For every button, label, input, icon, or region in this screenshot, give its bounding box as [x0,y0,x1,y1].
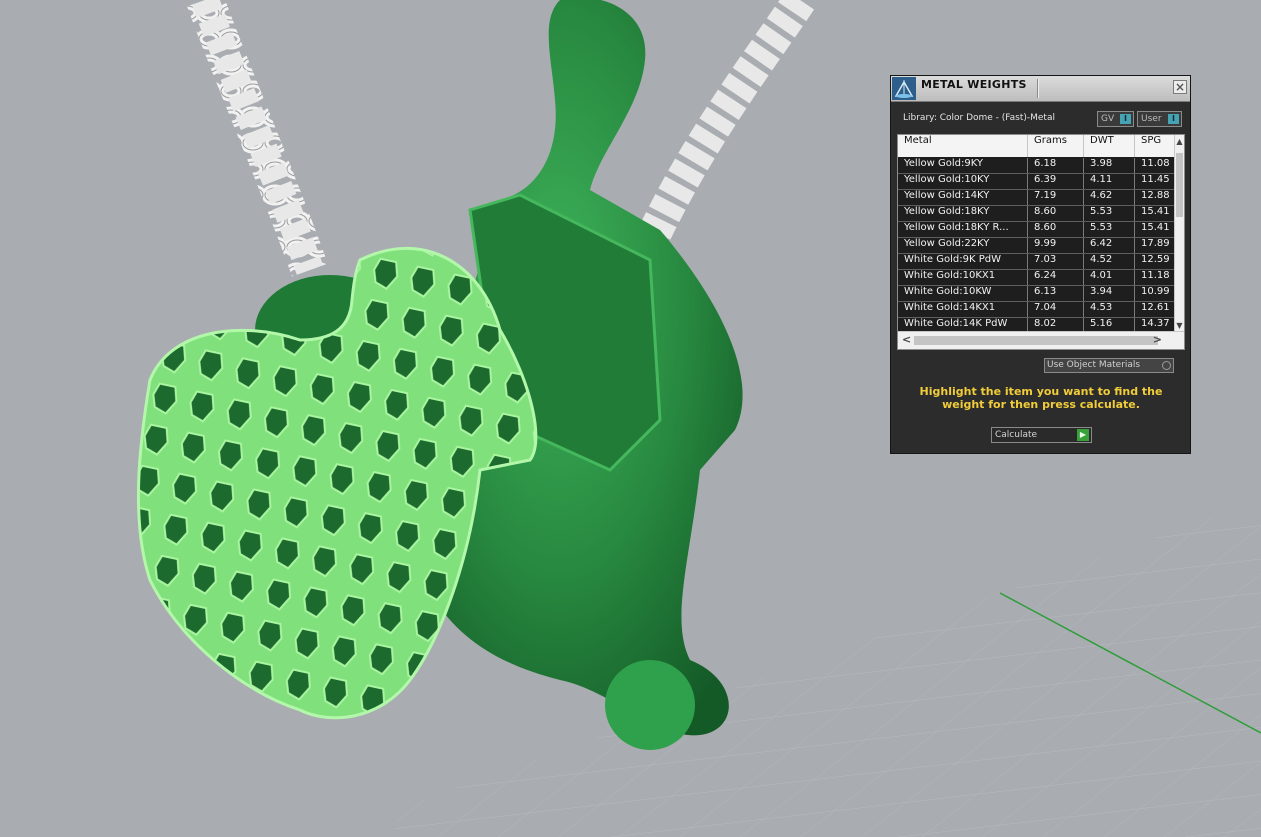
scroll-down-icon[interactable]: ▼ [1175,321,1184,330]
cell-spg: 12.61 [1135,302,1176,317]
cell-spg: 10.99 [1135,286,1176,301]
cell-dwt: 4.52 [1084,254,1135,269]
cell-grams: 6.24 [1028,270,1084,285]
column-header-metal[interactable]: Metal [898,135,1028,157]
play-icon: ▶ [1077,429,1089,441]
cell-spg: 17.89 [1135,238,1176,253]
cell-dwt: 4.62 [1084,190,1135,205]
radio-icon [1162,361,1171,370]
cell-grams: 7.03 [1028,254,1084,269]
cell-metal: Yellow Gold:22KY [898,238,1028,253]
column-header-grams[interactable]: Grams [1028,135,1084,157]
cell-dwt: 6.42 [1084,238,1135,253]
instruction-text: Highlight the item you want to find the … [919,385,1163,411]
scroll-right-icon[interactable]: > [1153,333,1162,346]
cell-grams: 8.60 [1028,206,1084,221]
cell-metal: Yellow Gold:10KY [898,174,1028,189]
titlebar-separator [1037,79,1039,98]
cell-spg: 11.18 [1135,270,1176,285]
chain-right[interactable] [624,0,815,272]
cell-grams: 8.60 [1028,222,1084,237]
cell-grams: 6.18 [1028,158,1084,173]
cell-dwt: 3.98 [1084,158,1135,173]
cell-grams: 7.19 [1028,190,1084,205]
table-row[interactable]: White Gold:10KW 6.13 3.94 10.99 [898,286,1176,302]
gv-toggle-button[interactable]: GV I [1097,111,1134,127]
chain-left[interactable] [187,0,328,277]
column-header-dwt[interactable]: DWT [1084,135,1135,157]
cell-dwt: 5.53 [1084,206,1135,221]
gv-label: GV [1101,114,1115,124]
cell-metal: Yellow Gold:18KY [898,206,1028,221]
table-header: Metal Grams DWT SPG [898,135,1176,157]
table-row[interactable]: Yellow Gold:18KY R... 8.60 5.53 15.41 [898,222,1176,238]
vertical-scroll-thumb[interactable] [1176,153,1183,217]
calculate-button[interactable]: Calculate ▶ [991,427,1092,443]
cell-grams: 6.39 [1028,174,1084,189]
vertical-scrollbar[interactable]: ▲ ▼ [1174,135,1184,332]
panel-titlebar[interactable]: METAL WEIGHTS × [891,76,1190,102]
table-body: Yellow Gold:9KY 6.18 3.98 11.08 Yellow Gold:… [898,158,1176,334]
cell-metal: Yellow Gold:9KY [898,158,1028,173]
cell-metal: White Gold:9K PdW [898,254,1028,269]
calculate-label: Calculate [995,430,1038,440]
horizontal-scroll-thumb[interactable] [914,336,1158,345]
cell-spg: 11.45 [1135,174,1176,189]
cell-dwt: 3.94 [1084,286,1135,301]
cell-spg: 15.41 [1135,222,1176,237]
cell-grams: 7.04 [1028,302,1084,317]
cell-grams: 9.99 [1028,238,1084,253]
user-toggle-button[interactable]: User I [1137,111,1182,127]
library-label: Library: Color Dome - (Fast)-Metal [903,113,1055,123]
panel-title: METAL WEIGHTS [921,78,1027,91]
cell-metal: Yellow Gold:18KY R... [898,222,1028,237]
close-icon: × [1174,80,1186,94]
cell-spg: 15.41 [1135,206,1176,221]
use-object-materials-label: Use Object Materials [1047,360,1141,370]
user-indicator-icon: I [1168,114,1179,124]
cell-dwt: 4.11 [1084,174,1135,189]
cell-metal: Yellow Gold:14KY [898,190,1028,205]
cell-dwt: 4.53 [1084,302,1135,317]
cell-spg: 11.08 [1135,158,1176,173]
gv-indicator-icon: I [1120,114,1131,124]
scroll-left-icon[interactable]: < [902,333,911,346]
table-row[interactable]: Yellow Gold:14KY 7.19 4.62 12.88 [898,190,1176,206]
table-row[interactable]: White Gold:14KX1 7.04 4.53 12.61 [898,302,1176,318]
table-row[interactable]: Yellow Gold:10KY 6.39 4.11 11.45 [898,174,1176,190]
cell-metal: White Gold:10KW [898,286,1028,301]
cell-dwt: 4.01 [1084,270,1135,285]
use-object-materials-toggle[interactable]: Use Object Materials [1044,358,1174,373]
column-header-spg[interactable]: SPG [1135,135,1176,157]
horizontal-scrollbar[interactable]: < > [898,331,1184,349]
table-row[interactable]: Yellow Gold:18KY 8.60 5.53 15.41 [898,206,1176,222]
table-row[interactable]: Yellow Gold:22KY 9.99 6.42 17.89 [898,238,1176,254]
table-row[interactable]: Yellow Gold:9KY 6.18 3.98 11.08 [898,158,1176,174]
cell-dwt: 5.53 [1084,222,1135,237]
cell-metal: White Gold:14KX1 [898,302,1028,317]
metal-weights-table[interactable]: Metal Grams DWT SPG Yellow Gold:9KY 6.18 3… [897,134,1185,350]
cell-metal: White Gold:10KX1 [898,270,1028,285]
metal-weights-app-icon [892,77,916,100]
table-row[interactable]: White Gold:9K PdW 7.03 4.52 12.59 [898,254,1176,270]
metal-weights-panel: METAL WEIGHTS × Library: Color Dome - (F… [890,75,1191,454]
user-label: User [1141,114,1162,124]
table-row[interactable]: White Gold:10KX1 6.24 4.01 11.18 [898,270,1176,286]
cell-spg: 12.88 [1135,190,1176,205]
cell-spg: 12.59 [1135,254,1176,269]
cell-grams: 6.13 [1028,286,1084,301]
close-button[interactable]: × [1173,80,1187,94]
scroll-up-icon[interactable]: ▲ [1175,137,1184,146]
